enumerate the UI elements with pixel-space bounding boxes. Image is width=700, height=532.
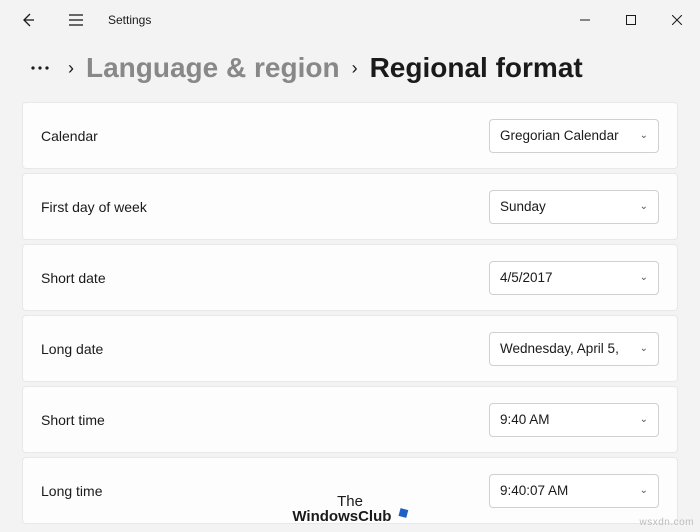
dropdown-value: Sunday — [500, 199, 546, 214]
chevron-down-icon: ⌄ — [640, 130, 648, 141]
chevron-down-icon: ⌄ — [640, 414, 648, 425]
setting-label: Long date — [41, 341, 103, 357]
setting-row-long-date: Long date Wednesday, April 5, ⌄ — [22, 315, 678, 382]
setting-row-short-date: Short date 4/5/2017 ⌄ — [22, 244, 678, 311]
minimize-button[interactable] — [562, 4, 608, 36]
chevron-down-icon: ⌄ — [640, 272, 648, 283]
hamburger-icon — [68, 12, 84, 28]
close-icon — [672, 15, 682, 25]
setting-label: First day of week — [41, 199, 147, 215]
chevron-down-icon: ⌄ — [640, 343, 648, 354]
settings-list: Calendar Gregorian Calendar ⌄ First day … — [0, 102, 700, 524]
maximize-icon — [626, 15, 636, 25]
window-controls — [562, 4, 700, 36]
dropdown-value: Wednesday, April 5, — [500, 341, 619, 356]
back-arrow-icon — [20, 12, 36, 28]
setting-row-calendar: Calendar Gregorian Calendar ⌄ — [22, 102, 678, 169]
long-time-dropdown[interactable]: 9:40:07 AM ⌄ — [489, 474, 659, 508]
breadcrumb: › Language & region › Regional format — [0, 40, 700, 102]
setting-row-long-time: Long time 9:40:07 AM ⌄ — [22, 457, 678, 524]
dropdown-value: 4/5/2017 — [500, 270, 553, 285]
breadcrumb-overflow-button[interactable] — [24, 62, 56, 74]
nav-menu-button[interactable] — [56, 0, 96, 40]
app-title: Settings — [108, 13, 151, 27]
breadcrumb-parent-link[interactable]: Language & region — [86, 52, 340, 84]
breadcrumb-current: Regional format — [370, 52, 583, 84]
dropdown-value: 9:40:07 AM — [500, 483, 568, 498]
short-date-dropdown[interactable]: 4/5/2017 ⌄ — [489, 261, 659, 295]
short-time-dropdown[interactable]: 9:40 AM ⌄ — [489, 403, 659, 437]
setting-label: Long time — [41, 483, 102, 499]
chevron-down-icon: ⌄ — [640, 201, 648, 212]
titlebar: Settings — [0, 0, 700, 40]
back-button[interactable] — [8, 0, 48, 40]
setting-row-short-time: Short time 9:40 AM ⌄ — [22, 386, 678, 453]
setting-label: Short time — [41, 412, 105, 428]
dropdown-value: Gregorian Calendar — [500, 128, 619, 143]
dropdown-value: 9:40 AM — [500, 412, 550, 427]
close-button[interactable] — [654, 4, 700, 36]
maximize-button[interactable] — [608, 4, 654, 36]
minimize-icon — [580, 15, 590, 25]
chevron-right-icon: › — [68, 58, 74, 79]
first-day-dropdown[interactable]: Sunday ⌄ — [489, 190, 659, 224]
long-date-dropdown[interactable]: Wednesday, April 5, ⌄ — [489, 332, 659, 366]
calendar-dropdown[interactable]: Gregorian Calendar ⌄ — [489, 119, 659, 153]
chevron-right-icon: › — [352, 58, 358, 79]
titlebar-left: Settings — [8, 0, 562, 40]
setting-row-first-day: First day of week Sunday ⌄ — [22, 173, 678, 240]
setting-label: Short date — [41, 270, 106, 286]
more-horizontal-icon — [30, 64, 50, 72]
chevron-down-icon: ⌄ — [640, 485, 648, 496]
setting-label: Calendar — [41, 128, 98, 144]
